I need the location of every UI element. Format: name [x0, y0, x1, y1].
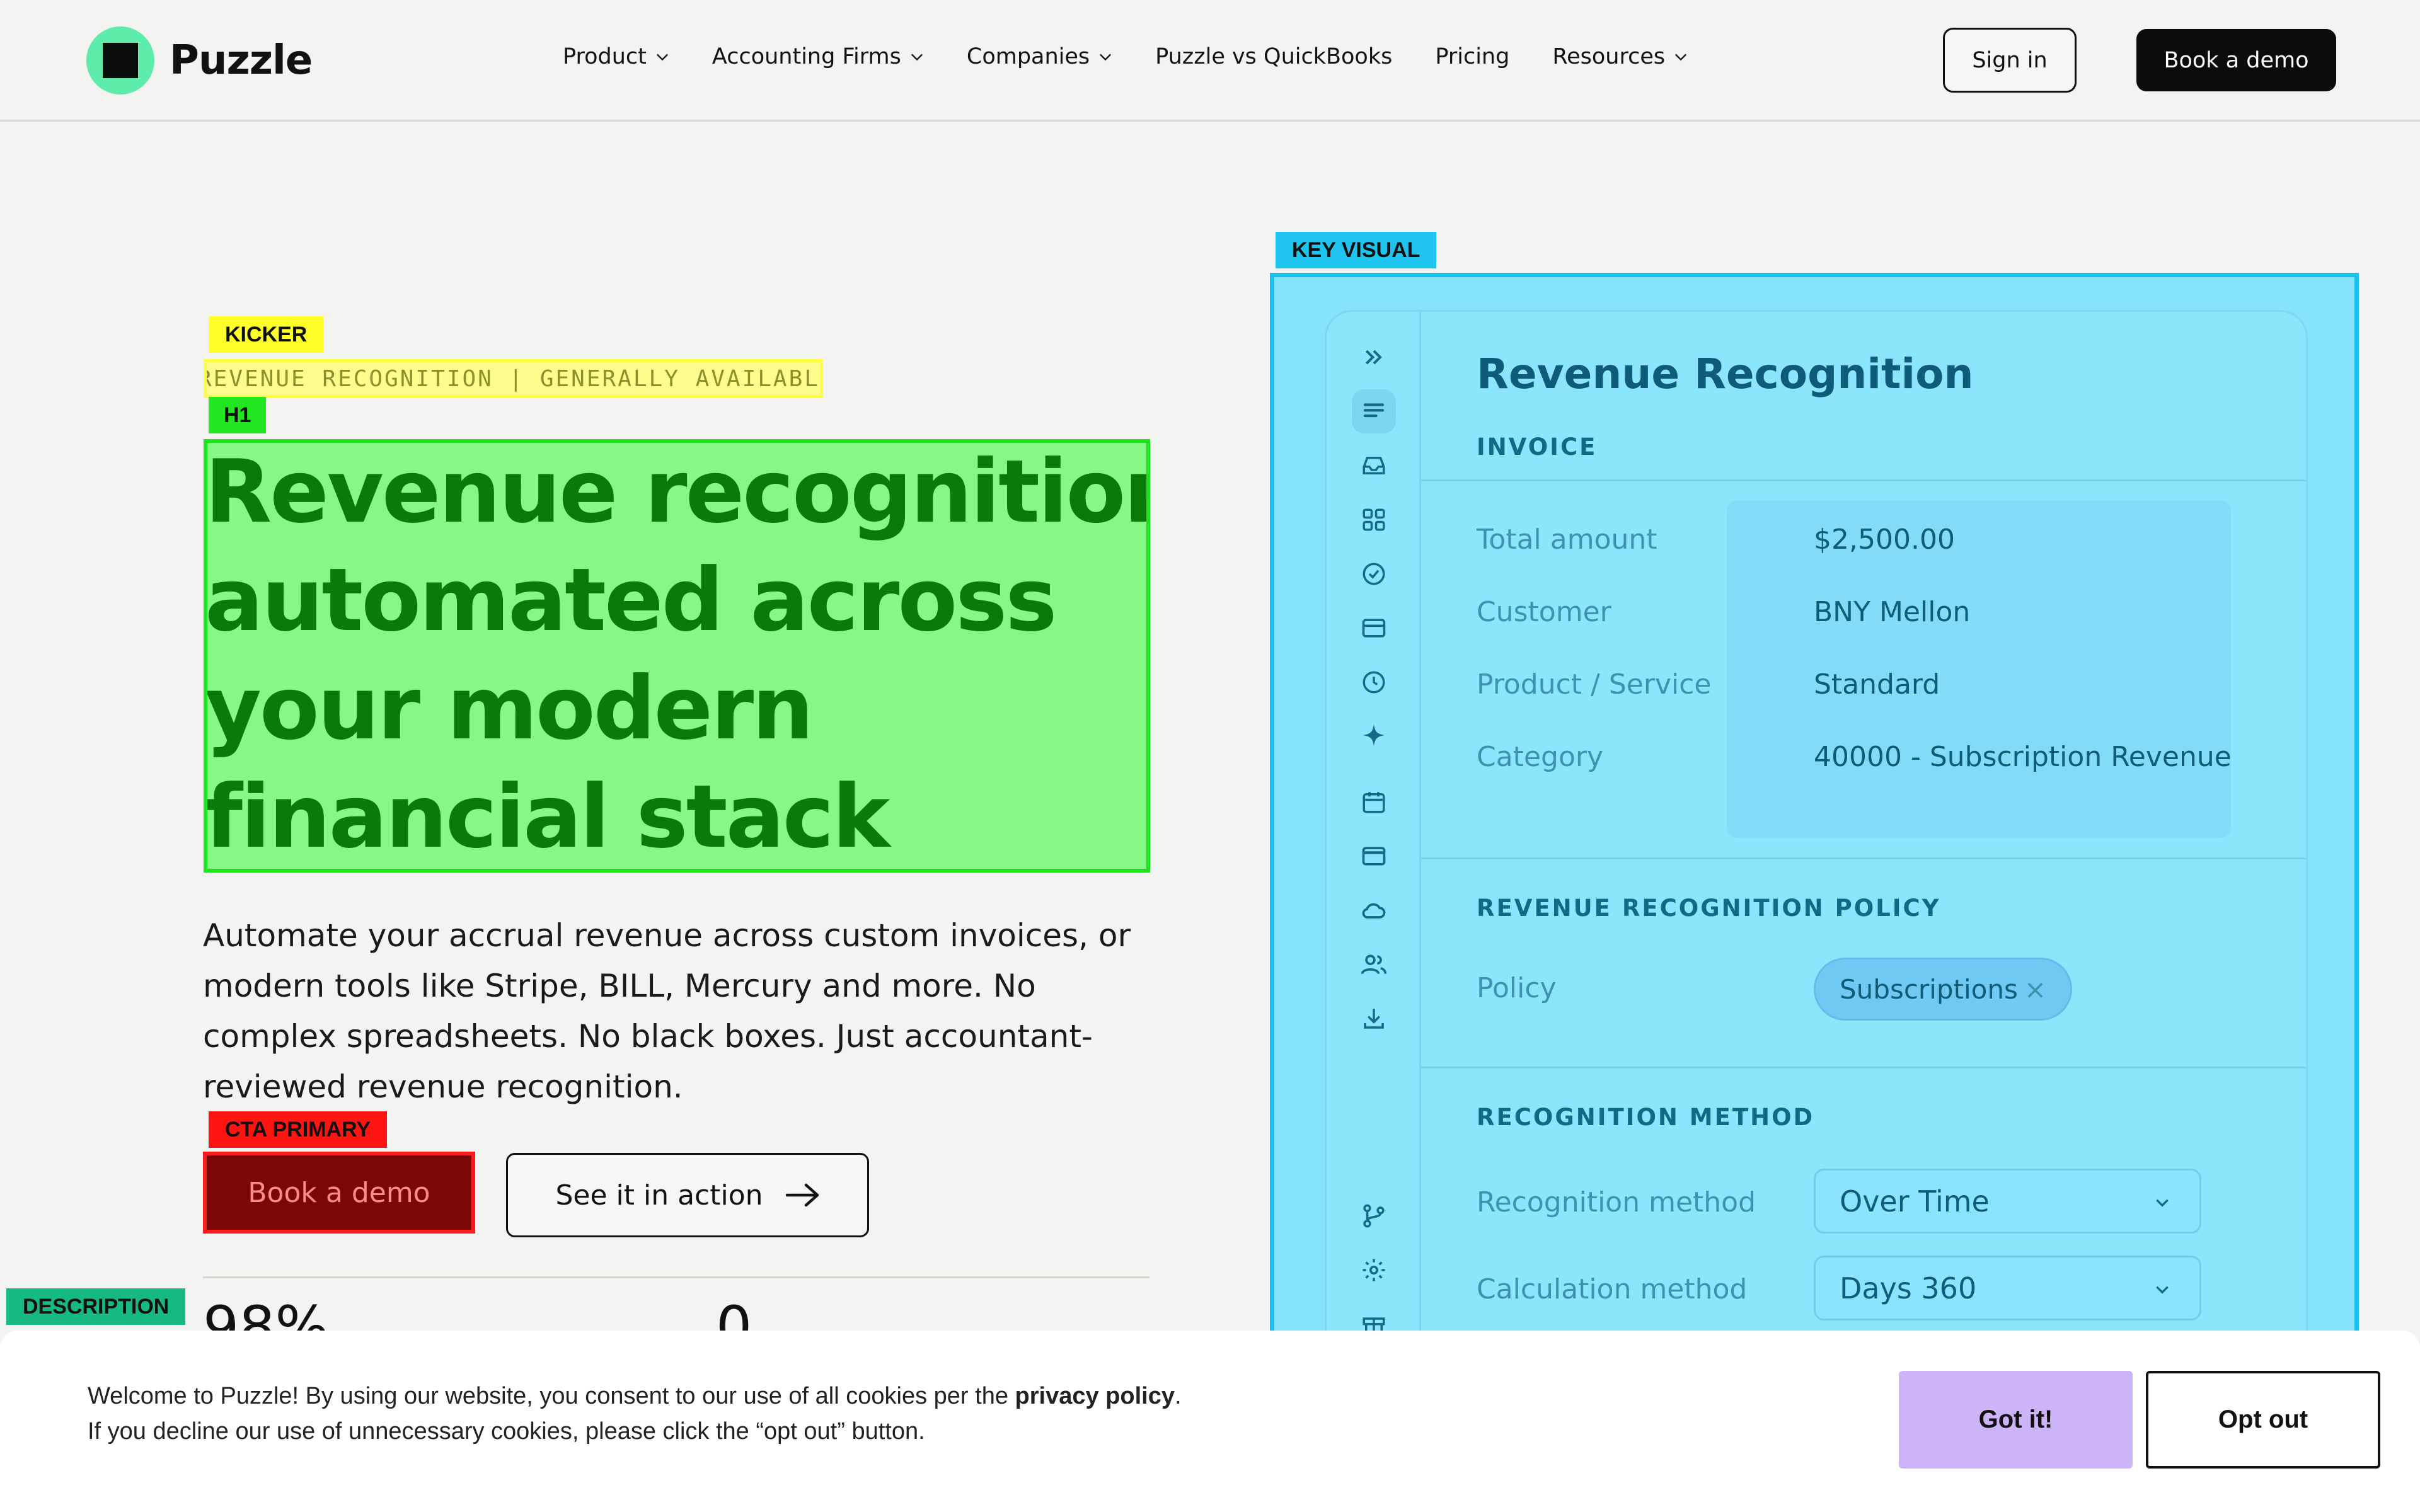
cookie-banner: Welcome to Puzzle! By using our website,… [0, 1331, 2420, 1512]
chevron-down-icon [1675, 54, 1687, 61]
policy-heading: REVENUE RECOGNITION POLICY [1477, 895, 1941, 922]
puzzle-logo-icon [86, 26, 154, 94]
nav-book-demo-button[interactable]: Book a demo [2136, 29, 2336, 91]
hero-kicker-text: REVENUE RECOGNITION | GENERALLY AVAILABL… [204, 365, 823, 392]
field-label: Product / Service [1477, 668, 1712, 701]
see-it-in-action-button[interactable]: See it in action [506, 1153, 869, 1237]
hero-headline-line: automated across [205, 549, 1057, 651]
hero-headline-line: Revenue recognition, [205, 441, 1150, 542]
see-it-in-action-label: See it in action [555, 1179, 763, 1211]
nav-item-companies[interactable]: Companies [967, 44, 1112, 69]
check-circle-icon[interactable] [1352, 552, 1396, 596]
users-icon[interactable] [1352, 942, 1396, 987]
section-divider [1421, 479, 2306, 481]
field-label: Policy [1477, 972, 1557, 1004]
field-label: Total amount [1477, 524, 1657, 556]
app-main-panel: Revenue Recognition INVOICE Total amount… [1421, 312, 2306, 1339]
cookie-text-segment: . [1175, 1383, 1182, 1409]
cloud-icon[interactable] [1352, 888, 1396, 932]
policy-chip-label: Subscriptions [1840, 973, 2018, 1005]
nav-item-puzzle-vs-quickbooks[interactable]: Puzzle vs QuickBooks [1155, 44, 1392, 69]
calendar-icon[interactable] [1352, 780, 1396, 824]
top-nav: Puzzle Product Accounting Firms Companie… [0, 0, 2420, 122]
cookie-line-1: Welcome to Puzzle! By using our website,… [88, 1378, 1182, 1414]
nav-item-pricing[interactable]: Pricing [1435, 44, 1509, 69]
chevron-down-icon [911, 54, 923, 61]
recognition-method-select[interactable]: Over Time [1814, 1169, 2201, 1234]
grid-icon[interactable] [1352, 498, 1396, 542]
clock-icon[interactable] [1352, 660, 1396, 704]
close-icon[interactable]: × [2024, 974, 2046, 1005]
nav-item-label: Puzzle vs QuickBooks [1155, 44, 1393, 69]
branch-icon[interactable] [1352, 1194, 1396, 1238]
card-icon[interactable] [1352, 606, 1396, 650]
stats-divider [203, 1276, 1150, 1278]
annotation-kicker-tag: KICKER [209, 316, 324, 353]
cookie-accept-button[interactable]: Got it! [1899, 1371, 2133, 1469]
sign-in-button[interactable]: Sign in [1943, 28, 2077, 93]
hero-kicker: REVENUE RECOGNITION | GENERALLY AVAILABL… [204, 359, 823, 398]
field-value: Standard [1814, 668, 1940, 701]
field-label: Recognition method [1477, 1186, 1756, 1218]
nav-item-label: Pricing [1435, 44, 1510, 69]
wallet-icon[interactable] [1352, 834, 1396, 878]
nav-item-product[interactable]: Product [563, 44, 669, 69]
field-label: Customer [1477, 596, 1611, 628]
invoice-heading: INVOICE [1477, 433, 1598, 461]
chevrons-right-icon[interactable] [1352, 335, 1396, 379]
nav-item-label: Resources [1552, 44, 1666, 69]
key-visual: Revenue Recognition INVOICE Total amount… [1270, 273, 2359, 1344]
cookie-text-segment: Welcome to Puzzle! By using our website,… [88, 1383, 1015, 1409]
annotation-description-tag: DESCRIPTION [6, 1288, 186, 1325]
download-icon[interactable] [1352, 997, 1396, 1041]
nav-item-label: Companies [966, 44, 1090, 69]
chevron-down-icon [2156, 1286, 2169, 1294]
field-value: 40000 - Subscription Revenue [1814, 741, 2232, 773]
section-divider [1421, 857, 2306, 859]
list-icon[interactable] [1352, 389, 1396, 433]
annotation-cta-primary-tag: CTA PRIMARY [209, 1111, 388, 1148]
book-demo-button[interactable]: Book a demo [203, 1152, 475, 1234]
panel-title: Revenue Recognition [1477, 350, 1974, 398]
field-label: Category [1477, 741, 1603, 773]
inbox-icon[interactable] [1352, 444, 1396, 488]
invoice-values-panel [1727, 501, 2231, 838]
arrow-right-icon [785, 1183, 819, 1207]
privacy-policy-link[interactable]: privacy policy [1015, 1383, 1175, 1409]
field-value: BNY Mellon [1814, 596, 1971, 628]
nav-item-resources[interactable]: Resources [1552, 44, 1688, 69]
cookie-line-2: If you decline our use of unnecessary co… [88, 1418, 925, 1445]
app-sidebar [1327, 312, 1421, 1339]
hero-headline: Revenue recognition, automated across yo… [204, 439, 1150, 873]
cookie-opt-out-button[interactable]: Opt out [2146, 1371, 2380, 1469]
select-value: Over Time [1840, 1184, 1990, 1218]
calculation-method-select[interactable]: Days 360 [1814, 1256, 2201, 1320]
field-value: $2,500.00 [1814, 524, 1955, 556]
page: Puzzle Product Accounting Firms Companie… [0, 0, 2420, 1512]
hero-headline-line: your modern [205, 658, 814, 759]
chevron-down-icon [2156, 1199, 2169, 1207]
section-divider [1421, 1067, 2306, 1068]
nav-item-label: Product [563, 44, 647, 69]
annotation-key-visual-tag: KEY VISUAL [1276, 232, 1437, 268]
nav-item-label: Accounting Firms [712, 44, 901, 69]
annotation-h1-tag: H1 [209, 397, 267, 433]
chevron-down-icon [1100, 54, 1112, 61]
cookie-message: Welcome to Puzzle! By using our website,… [88, 1378, 1182, 1449]
hero-headline-line: financial stack [205, 766, 890, 868]
gear-icon[interactable] [1352, 1248, 1396, 1292]
field-label: Calculation method [1477, 1273, 1748, 1305]
nav-item-accounting-firms[interactable]: Accounting Firms [712, 44, 924, 69]
brand-logo[interactable]: Puzzle [86, 26, 313, 94]
policy-chip[interactable]: Subscriptions × [1814, 958, 2073, 1021]
hero-description: Automate your accrual revenue across cus… [203, 917, 1131, 1105]
sparkle-icon[interactable] [1352, 713, 1396, 757]
select-value: Days 360 [1840, 1271, 1977, 1305]
chevron-down-icon [656, 54, 668, 61]
nav-links: Product Accounting Firms Companies Puzzl… [563, 44, 1731, 69]
revenue-recognition-card: Revenue Recognition INVOICE Total amount… [1325, 310, 2308, 1339]
method-heading: RECOGNITION METHOD [1477, 1104, 1815, 1131]
brand-name: Puzzle [170, 37, 313, 84]
